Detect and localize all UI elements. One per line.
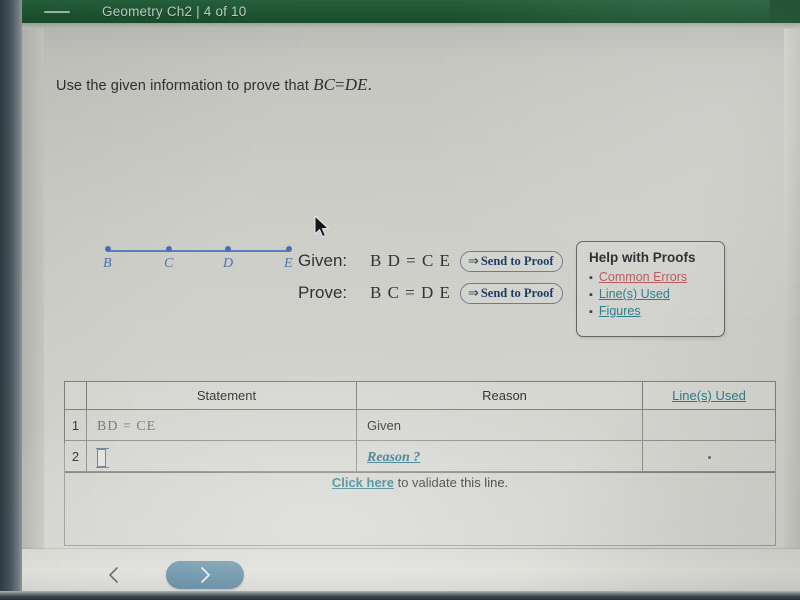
help-link-common-errors[interactable]: Common Errors	[599, 270, 687, 284]
help-item-figures: ▪ Figures	[589, 304, 724, 318]
device-bezel-bottom	[0, 591, 800, 600]
send-to-proof-button-prove[interactable]: ⇒ Send to Proof	[459, 282, 563, 304]
number-line-figure: B C D E	[56, 228, 293, 276]
page-content: Use the given information to prove that …	[22, 23, 800, 600]
question-expr-right: DE	[344, 75, 368, 94]
question-expr-period: .	[367, 75, 372, 94]
given-label: Given:	[298, 251, 348, 270]
number-line-segment	[107, 250, 289, 252]
help-item-lines-used: ▪ Line(s) Used	[589, 287, 724, 301]
prove-label: Prove:	[298, 283, 348, 302]
bullet-icon: ▪	[589, 289, 593, 301]
row-lines-used-2[interactable]	[643, 441, 775, 472]
number-line-label-b: B	[103, 256, 112, 271]
number-line-label-c: C	[164, 256, 174, 271]
table-row: 2 Reason ?	[65, 441, 775, 472]
previous-button[interactable]	[92, 560, 136, 590]
header-title: Geometry Ch2 | 4 of 10	[102, 4, 247, 19]
help-box-title: Help with Proofs	[589, 250, 696, 265]
page-right-edge	[784, 29, 800, 600]
header-statement: Statement	[87, 382, 357, 410]
app-header: Geometry Ch2 | 4 of 10	[22, 0, 770, 23]
validate-line-link[interactable]: Click here	[332, 475, 394, 490]
device-bezel-left	[0, 0, 22, 600]
row-lines-used-1[interactable]	[643, 410, 775, 441]
chevron-right-icon	[201, 566, 210, 583]
help-item-common-errors: ▪ Common Errors	[589, 270, 724, 284]
page-top-edge	[22, 23, 800, 29]
help-with-proofs-box: Help with Proofs ▪ Common Errors ▪ Line(…	[576, 241, 725, 337]
chevron-left-icon	[109, 566, 118, 583]
row-statement-1[interactable]: BD = CE	[87, 410, 357, 441]
given-prove-block: Given: B D = C E ⇒ Send to Proof Prove: B…	[298, 245, 563, 309]
send-to-proof-label-prove: Send to Proof	[480, 285, 554, 300]
number-line-label-d: D	[223, 256, 234, 271]
lines-used-dot-icon	[707, 456, 711, 460]
question-expr-equals: =	[335, 75, 345, 94]
number-line-point-b	[105, 246, 111, 252]
header-right-fill	[770, 0, 800, 23]
table-header-row: Statement Reason Line(s) Used	[65, 382, 775, 410]
header-row-number	[65, 382, 87, 410]
help-link-lines-used[interactable]: Line(s) Used	[599, 287, 670, 301]
row-statement-text-1: BD = CE	[97, 419, 157, 434]
help-link-figures[interactable]: Figures	[599, 304, 641, 318]
prove-expression: B C = D E	[370, 283, 451, 302]
send-to-proof-label-given: Send to Proof	[480, 253, 554, 268]
bullet-icon: ▪	[589, 306, 593, 318]
table-row: 1 BD = CE Given	[65, 410, 775, 441]
statement-input-field[interactable]	[96, 447, 109, 468]
reason-link-2[interactable]: Reason ?	[367, 450, 420, 465]
number-line-label-e: E	[284, 256, 293, 271]
send-to-proof-button-given[interactable]: ⇒ Send to Proof	[459, 250, 563, 272]
row-reason-1[interactable]: Given	[357, 410, 643, 441]
number-line-point-c	[166, 246, 172, 252]
header-reason: Reason	[357, 382, 643, 410]
row-reason-2[interactable]: Reason ?	[357, 441, 643, 472]
given-row: Given: B D = C E ⇒ Send to Proof	[298, 245, 563, 277]
given-expression: B D = C E	[370, 251, 451, 270]
question-prefix: Use the given information to prove that	[56, 78, 314, 94]
next-button[interactable]	[166, 560, 244, 589]
send-arrow-icon: ⇒	[467, 284, 479, 300]
number-line-point-e	[286, 246, 292, 252]
send-arrow-icon: ⇒	[467, 252, 479, 268]
row-statement-2[interactable]	[87, 441, 357, 472]
bullet-icon: ▪	[589, 272, 593, 284]
prove-row: Prove: B C = D E ⇒ Send to Proof	[298, 277, 563, 309]
page-left-edge	[22, 29, 44, 600]
header-lines-used[interactable]: Line(s) Used	[643, 382, 775, 410]
proof-table: Statement Reason Line(s) Used 1 BD = CE …	[64, 381, 776, 473]
validate-line-row: Click here to validate this line.	[64, 475, 776, 490]
number-line-point-d	[225, 246, 231, 252]
hamburger-menu-icon[interactable]	[44, 5, 70, 19]
question-prompt: Use the given information to prove that …	[56, 75, 372, 95]
header-lines-used-link[interactable]: Line(s) Used	[672, 388, 746, 403]
question-expr-left: BC	[313, 75, 336, 94]
row-number-2: 2	[65, 441, 87, 472]
row-number-1: 1	[65, 410, 87, 441]
validate-line-text: to validate this line.	[393, 475, 509, 490]
